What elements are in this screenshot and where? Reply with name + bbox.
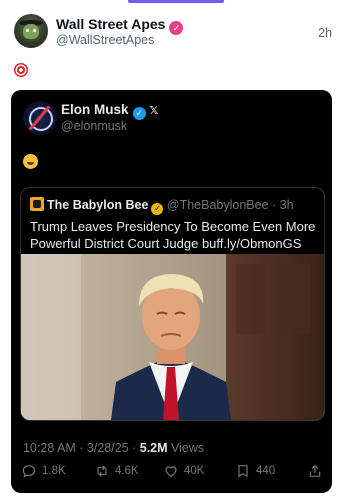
embedded-author-name[interactable]: Elon Musk ✓ 𝕏 (61, 102, 158, 120)
like-button[interactable]: 40K (163, 463, 204, 479)
embedded-author-avatar[interactable] (23, 101, 57, 135)
verified-badge-icon: ✓ (132, 107, 146, 120)
bookmark-icon (238, 465, 248, 478)
post-time[interactable]: 2h (318, 26, 332, 40)
views-count: 5.2M (139, 441, 168, 455)
reply-count: 1.8K (42, 465, 66, 477)
target-emoji-icon (14, 63, 28, 77)
quoted-post-header: The Babylon Bee ✓ @TheBabylonBee · 3h (30, 197, 294, 215)
laughing-emoji-icon (23, 154, 38, 169)
post-timestamp: 10:28 AM · 3/28/25 · 5.2M Views (23, 441, 205, 455)
verified-badge-icon: ✓ (169, 21, 184, 35)
embedded-post[interactable]: Elon Musk ✓ 𝕏 @elonmusk The Babylon Bee ✓ @… (11, 90, 332, 493)
action-bar: 1.8K 4.6K 40K 440 (21, 463, 322, 485)
x-logo-icon: 𝕏 (149, 105, 159, 117)
quoted-post-photo[interactable] (21, 254, 324, 420)
reply-button[interactable]: 1.8K (21, 463, 66, 479)
quoted-post-time[interactable]: · 3h (272, 198, 294, 212)
quoted-post-text: Trump Leaves Presidency To Become Even M… (30, 219, 316, 251)
bookmark-count: 440 (256, 465, 276, 477)
quoted-author-name[interactable]: The Babylon Bee (47, 198, 148, 212)
repost-icon (97, 465, 107, 477)
verified-badge-icon: ✓ (151, 203, 164, 215)
like-count: 40K (184, 465, 205, 477)
like-icon (165, 466, 177, 478)
babylon-bee-logo-icon (30, 197, 44, 211)
quoted-post[interactable]: The Babylon Bee ✓ @TheBabylonBee · 3h Tru… (20, 187, 325, 421)
share-icon (309, 464, 321, 477)
author-handle[interactable]: @WallStreetApes (56, 33, 154, 47)
bookmark-button[interactable]: 440 (235, 463, 275, 479)
embedded-author-handle[interactable]: @elonmusk (61, 119, 127, 133)
repost-button[interactable]: 4.6K (94, 463, 139, 479)
reply-icon (22, 465, 36, 478)
post-header: Wall Street Apes ✓ @WallStreetApes 2h (14, 14, 332, 54)
share-button[interactable] (307, 463, 323, 479)
author-avatar[interactable] (14, 14, 48, 48)
quoted-author-handle[interactable]: @TheBabylonBee (167, 198, 269, 212)
repost-count: 4.6K (115, 465, 139, 477)
tab-indicator (128, 0, 224, 3)
